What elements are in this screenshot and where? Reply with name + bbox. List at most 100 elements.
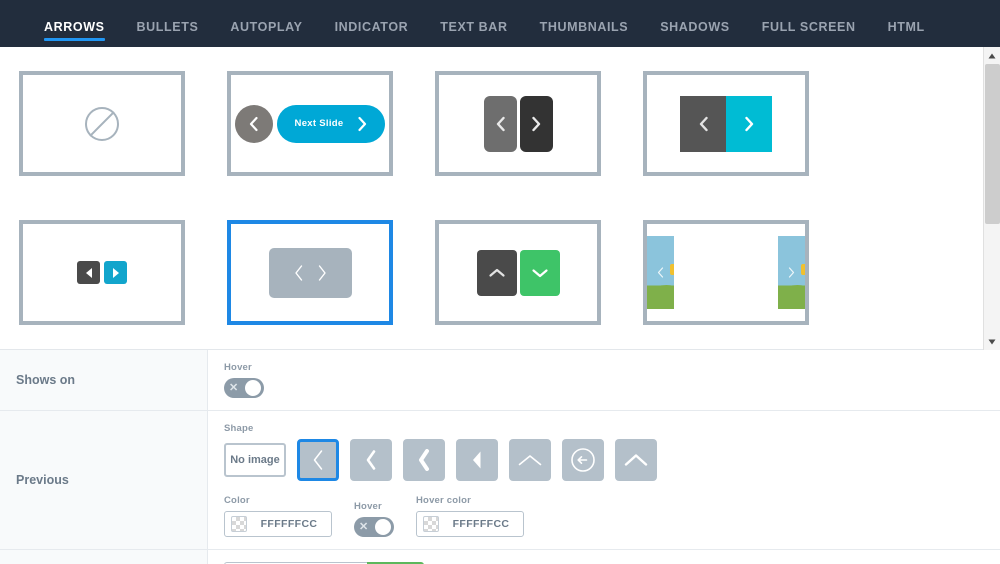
preview-card-small-triangle-arrows[interactable] xyxy=(19,220,185,325)
prev-arrow-preview xyxy=(234,104,273,143)
tab-label: TEXT BAR xyxy=(440,19,508,34)
chevron-up-thin-icon xyxy=(518,455,542,466)
chevron-left-icon xyxy=(294,264,302,281)
triangle-right-icon xyxy=(112,267,119,278)
chevron-right-icon xyxy=(531,116,540,131)
arrow-preview-gallery: Next Slide xyxy=(0,47,1000,350)
chevron-left-medium-icon xyxy=(366,450,376,470)
next-arrow-preview xyxy=(519,95,553,152)
shows-on-hover-toggle[interactable]: ✕ xyxy=(224,378,264,398)
row-shows-on: Shows on Hover ✕ xyxy=(0,350,1000,411)
color-swatch[interactable] xyxy=(423,516,439,532)
caret-up-icon xyxy=(988,53,996,58)
tab-label: INDICATOR xyxy=(334,19,409,34)
hover-field-label: Hover xyxy=(354,501,382,512)
color-value: FFFFFFCC xyxy=(260,518,318,530)
next-slide-button-preview: Next Slide xyxy=(276,104,386,143)
next-arrow-preview xyxy=(104,261,127,284)
chevron-left-icon xyxy=(496,116,505,131)
toggle-off-glyph: ✕ xyxy=(359,520,369,533)
prev-strip-preview xyxy=(647,236,674,309)
tab-arrows[interactable]: ARROWS xyxy=(28,19,121,48)
tab-label: SHADOWS xyxy=(660,19,730,34)
tab-autoplay[interactable]: AUTOPLAY xyxy=(214,19,318,48)
circle-arrow-left-icon xyxy=(571,448,595,472)
previous-hover-color-input[interactable]: FFFFFFCC xyxy=(416,511,524,537)
shape-option-circle-arrow-left[interactable] xyxy=(562,439,604,481)
tab-full-screen[interactable]: FULL SCREEN xyxy=(746,20,872,48)
chevron-left-icon xyxy=(657,267,664,278)
no-image-label: No image xyxy=(230,454,280,466)
row-label-shows-on: Shows on xyxy=(0,350,208,410)
row-body-shows-on: Hover ✕ xyxy=(208,350,1000,410)
shape-no-image-button[interactable]: No image xyxy=(224,443,286,477)
scroll-down-button[interactable] xyxy=(983,333,1000,350)
preview-card-wide-panel-arrows[interactable] xyxy=(227,220,393,325)
shape-picker: No image xyxy=(224,439,1000,481)
preview-card-vertical-arrows[interactable] xyxy=(435,220,601,325)
hover-color-field-label: Hover color xyxy=(416,495,471,506)
hill-shape xyxy=(647,285,674,309)
toggle-knob xyxy=(375,519,391,535)
chevron-down-icon xyxy=(531,268,548,277)
settings-rows: Shows on Hover ✕ Previous Shape No image xyxy=(0,350,1000,564)
previous-color-controls: Color FFFFFFCC Hover ✕ Hover color FFFFF… xyxy=(224,495,1000,537)
previous-color-input[interactable]: FFFFFFCC xyxy=(224,511,332,537)
tab-html[interactable]: HTML xyxy=(872,19,941,48)
scrollbar-track[interactable] xyxy=(984,64,1000,333)
hill-shape xyxy=(778,285,805,309)
shape-option-triangle-left[interactable] xyxy=(456,439,498,481)
tab-label: HTML xyxy=(887,19,925,34)
shape-option-chevron-up-thin[interactable] xyxy=(509,439,551,481)
shape-field-label: Shape xyxy=(224,423,254,434)
next-arrow-preview xyxy=(519,249,560,296)
tab-label: BULLETS xyxy=(136,19,199,34)
tab-bullets[interactable]: BULLETS xyxy=(121,19,215,48)
tab-shadows[interactable]: SHADOWS xyxy=(644,19,745,48)
shape-option-chevron-up-bold[interactable] xyxy=(615,439,657,481)
accent-shape xyxy=(670,264,674,275)
chevron-left-bold-icon xyxy=(419,449,429,471)
previous-hover-toggle[interactable]: ✕ xyxy=(354,517,394,537)
scroll-up-button[interactable] xyxy=(983,47,1000,64)
gallery-scrollbar[interactable] xyxy=(983,47,1000,350)
prev-arrow-preview xyxy=(77,261,100,284)
prev-arrow-preview xyxy=(680,95,726,152)
tab-indicator[interactable]: INDICATOR xyxy=(319,19,425,48)
row-previous: Previous Shape No image Color FFFFFFCC H… xyxy=(0,411,1000,550)
row-style: Style Empty ✕ STYLE xyxy=(0,550,1000,564)
preview-card-round-pill-arrows[interactable]: Next Slide xyxy=(227,71,393,176)
chevron-right-icon xyxy=(358,116,367,131)
tab-thumbnails[interactable]: THUMBNAILS xyxy=(524,20,645,48)
row-body-previous: Shape No image Color FFFFFFCC Hover ✕ Ho… xyxy=(208,411,1000,549)
prev-arrow-preview xyxy=(476,249,517,296)
color-value: FFFFFFCC xyxy=(452,518,510,530)
preview-card-square-cyan-arrows[interactable] xyxy=(643,71,809,176)
tab-label: AUTOPLAY xyxy=(230,19,303,34)
shape-option-chevron-left-thin[interactable] xyxy=(297,439,339,481)
prohibition-icon xyxy=(85,106,119,141)
chevron-up-icon xyxy=(488,268,505,277)
caret-down-icon xyxy=(988,339,996,344)
preview-card-rounded-rect-arrows[interactable] xyxy=(435,71,601,176)
preview-card-image-strip-arrows[interactable] xyxy=(643,220,809,325)
tab-label: ARROWS xyxy=(44,19,105,34)
previous-hover-color-group: Hover color FFFFFFCC xyxy=(416,495,524,537)
shape-option-chevron-left-medium[interactable] xyxy=(350,439,392,481)
chevron-left-icon xyxy=(249,116,258,131)
row-label-style: Style xyxy=(0,550,208,564)
next-slide-label: Next Slide xyxy=(294,118,344,129)
triangle-left-icon xyxy=(85,267,92,278)
tab-text-bar[interactable]: TEXT BAR xyxy=(424,19,523,48)
scrollbar-thumb[interactable] xyxy=(984,64,1000,224)
toggle-off-glyph: ✕ xyxy=(229,381,239,394)
preview-card-no-arrows[interactable] xyxy=(19,71,185,176)
previous-color-group: Color FFFFFFCC xyxy=(224,495,332,537)
next-strip-preview xyxy=(778,236,805,309)
accent-shape xyxy=(801,264,805,275)
shape-option-chevron-left-bold[interactable] xyxy=(403,439,445,481)
hover-field-label: Hover xyxy=(224,362,252,373)
chevron-right-icon xyxy=(318,264,326,281)
color-swatch[interactable] xyxy=(231,516,247,532)
prev-arrow-preview xyxy=(483,95,517,152)
